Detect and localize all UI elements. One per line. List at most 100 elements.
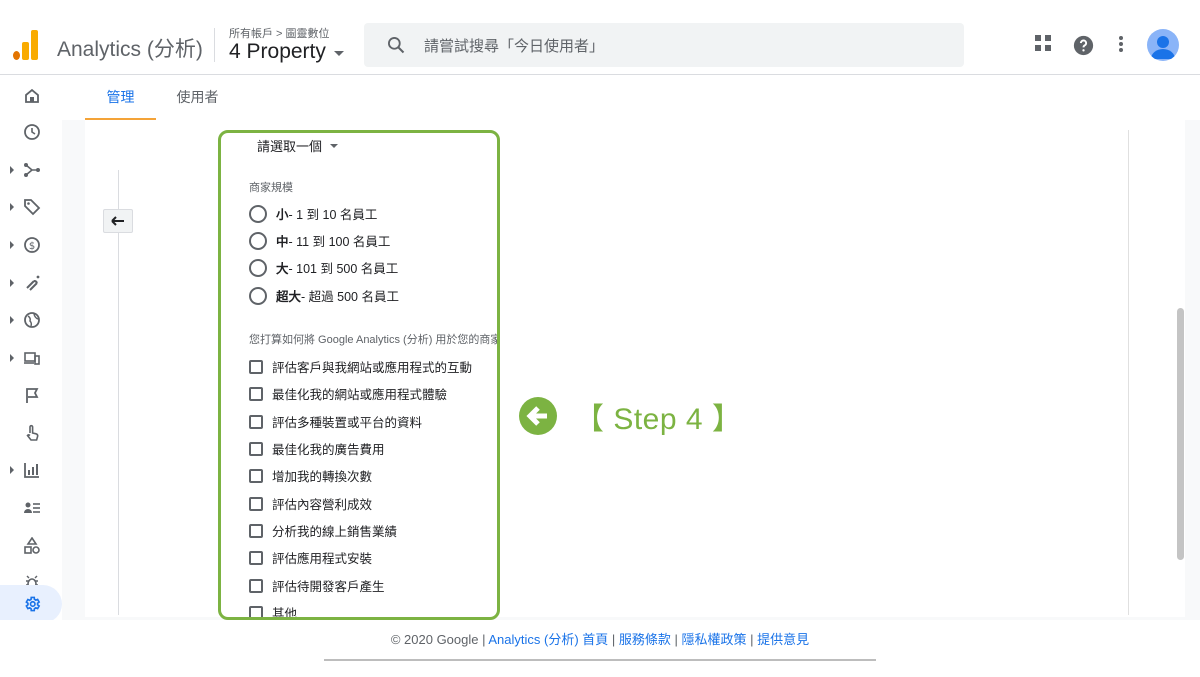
nav-events[interactable] — [0, 377, 62, 415]
checkbox-option[interactable]: 評估待開發客戶產生 — [249, 576, 385, 595]
footer-underline — [324, 659, 876, 661]
chevron-down-icon — [330, 143, 339, 148]
dollar-circle-icon: $ — [24, 237, 40, 253]
radio-label-strong: 大 — [276, 262, 289, 276]
checkbox-label: 評估多種裝置或平台的資料 — [272, 416, 423, 430]
analysis-chart-icon — [24, 463, 39, 478]
checkbox-option[interactable]: 最佳化我的廣告費用 — [249, 439, 385, 458]
radio-button[interactable] — [249, 258, 267, 277]
globe-icon — [24, 312, 40, 328]
usage-question-title: 您打算如何將 Google Analytics (分析) 用於您的商家？(可複選… — [249, 334, 500, 346]
nav-tags[interactable] — [0, 188, 62, 226]
nav-admin[interactable] — [0, 585, 62, 623]
tab-admin[interactable]: 管理 — [85, 75, 156, 120]
checkbox[interactable] — [249, 441, 263, 456]
radio-label: - 101 到 500 名員工 — [288, 262, 399, 276]
page-footer: © 2020 Google | Analytics (分析) 首頁 | 服務條款… — [0, 620, 1200, 660]
app-title: Analytics (分析) — [57, 38, 203, 61]
expand-arrow-icon — [10, 241, 14, 249]
copyright-text: © 2020 Google | — [390, 632, 489, 647]
checkbox[interactable] — [249, 386, 263, 401]
checkbox[interactable] — [249, 578, 263, 593]
account-breadcrumb[interactable]: 所有帳戶 > 圖靈數位 — [229, 25, 330, 41]
checkbox[interactable] — [249, 523, 263, 538]
radio-size-large[interactable]: 大 - 101 到 500 名員工 — [249, 258, 398, 277]
nav-retention[interactable] — [0, 264, 62, 302]
checkbox-label: 評估內容營利成效 — [272, 498, 373, 512]
nav-explore[interactable] — [0, 451, 62, 489]
clock-icon — [24, 124, 40, 140]
nav-monetization[interactable]: $ — [0, 226, 62, 264]
checkbox[interactable] — [249, 359, 263, 374]
footer-separator: | — [670, 632, 682, 647]
more-vert-icon[interactable] — [1116, 34, 1126, 54]
checkbox[interactable] — [249, 605, 263, 620]
checkbox-option[interactable]: 評估應用程式安裝 — [249, 548, 372, 567]
checkbox-option[interactable]: 評估內容營利成效 — [249, 494, 372, 513]
property-selector[interactable]: 4 Property — [229, 40, 344, 64]
checkbox[interactable] — [249, 496, 263, 511]
expand-arrow-icon — [10, 203, 14, 211]
expand-arrow-icon — [10, 166, 14, 174]
footer-link-terms[interactable]: 服務條款 — [619, 632, 671, 647]
search-placeholder: 請嘗試搜尋「今日使用者」 — [424, 37, 605, 55]
nav-audiences[interactable] — [0, 489, 62, 527]
account-avatar-icon[interactable] — [1147, 29, 1179, 61]
back-button[interactable] — [103, 209, 133, 233]
radio-button[interactable] — [249, 231, 267, 250]
radio-label-strong: 超大 — [276, 290, 302, 304]
arrow-left-circle-icon — [519, 397, 557, 435]
select-dropdown-label: 請選取一個 — [257, 139, 323, 154]
footer-link-privacy[interactable]: 隱私權政策 — [682, 632, 747, 647]
nav-home[interactable] — [0, 77, 62, 115]
checkbox-label: 其他 — [272, 607, 298, 620]
checkbox[interactable] — [249, 550, 263, 565]
checkbox[interactable] — [249, 468, 263, 483]
checkbox-label: 最佳化我的網站或應用程式體驗 — [272, 388, 448, 402]
nav-realtime[interactable] — [0, 113, 62, 151]
footer-separator: | — [608, 632, 619, 647]
radio-label: - 11 到 100 名員工 — [288, 235, 391, 249]
analytics-logo-icon[interactable] — [12, 30, 40, 60]
radio-label-strong: 小 — [276, 208, 289, 222]
top-app-bar: Analytics (分析) 所有帳戶 > 圖靈數位 4 Property 請嘗… — [0, 0, 1200, 75]
gear-icon — [25, 596, 41, 612]
radio-button[interactable] — [249, 286, 267, 305]
footer-link-feedback[interactable]: 提供意見 — [757, 632, 809, 647]
svg-text:$: $ — [29, 241, 35, 252]
search-bar[interactable]: 請嘗試搜尋「今日使用者」 — [364, 23, 964, 67]
footer-link-home[interactable]: Analytics (分析) 首頁 — [488, 632, 608, 647]
help-circle-icon[interactable] — [1073, 35, 1094, 56]
expand-arrow-icon — [10, 466, 14, 474]
checkbox-option[interactable]: 其他 — [249, 603, 297, 620]
nav-tech[interactable] — [0, 339, 62, 377]
checkbox-option[interactable]: 增加我的轉換次數 — [249, 466, 372, 485]
radio-size-xlarge[interactable]: 超大 - 超過 500 名員工 — [249, 286, 399, 305]
checkbox-label: 評估待開發客戶產生 — [272, 580, 385, 594]
nav-configure[interactable] — [0, 527, 62, 565]
checkbox-option[interactable]: 最佳化我的網站或應用程式體驗 — [249, 384, 447, 403]
checkbox-label: 評估應用程式安裝 — [272, 552, 373, 566]
expand-arrow-icon — [10, 316, 14, 324]
checkbox-option[interactable]: 分析我的線上銷售業績 — [249, 521, 397, 540]
tab-users[interactable]: 使用者 — [165, 75, 230, 120]
select-dropdown[interactable]: 請選取一個 — [257, 136, 339, 155]
funnel-fork-icon — [24, 163, 40, 177]
radio-size-medium[interactable]: 中 - 11 到 100 名員工 — [249, 231, 390, 250]
page-scrollbar[interactable] — [1177, 308, 1184, 560]
radio-label: - 1 到 10 名員工 — [288, 208, 378, 222]
checkbox-option[interactable]: 評估多種裝置或平台的資料 — [249, 412, 422, 431]
devices-icon — [24, 352, 40, 365]
checkbox[interactable] — [249, 414, 263, 429]
touch-hand-icon — [26, 424, 39, 441]
apps-grid-icon[interactable] — [1034, 34, 1052, 52]
checkbox-option[interactable]: 評估客戶與我網站或應用程式的互動 — [249, 357, 472, 376]
radio-size-small[interactable]: 小 - 1 到 10 名員工 — [249, 204, 377, 223]
home-icon — [25, 88, 39, 103]
nav-conversions[interactable] — [0, 414, 62, 452]
radio-button[interactable] — [249, 204, 267, 223]
radio-label-strong: 中 — [276, 235, 289, 249]
nav-lifecycle[interactable] — [0, 151, 62, 189]
header-divider — [214, 28, 215, 62]
nav-demographics[interactable] — [0, 301, 62, 339]
